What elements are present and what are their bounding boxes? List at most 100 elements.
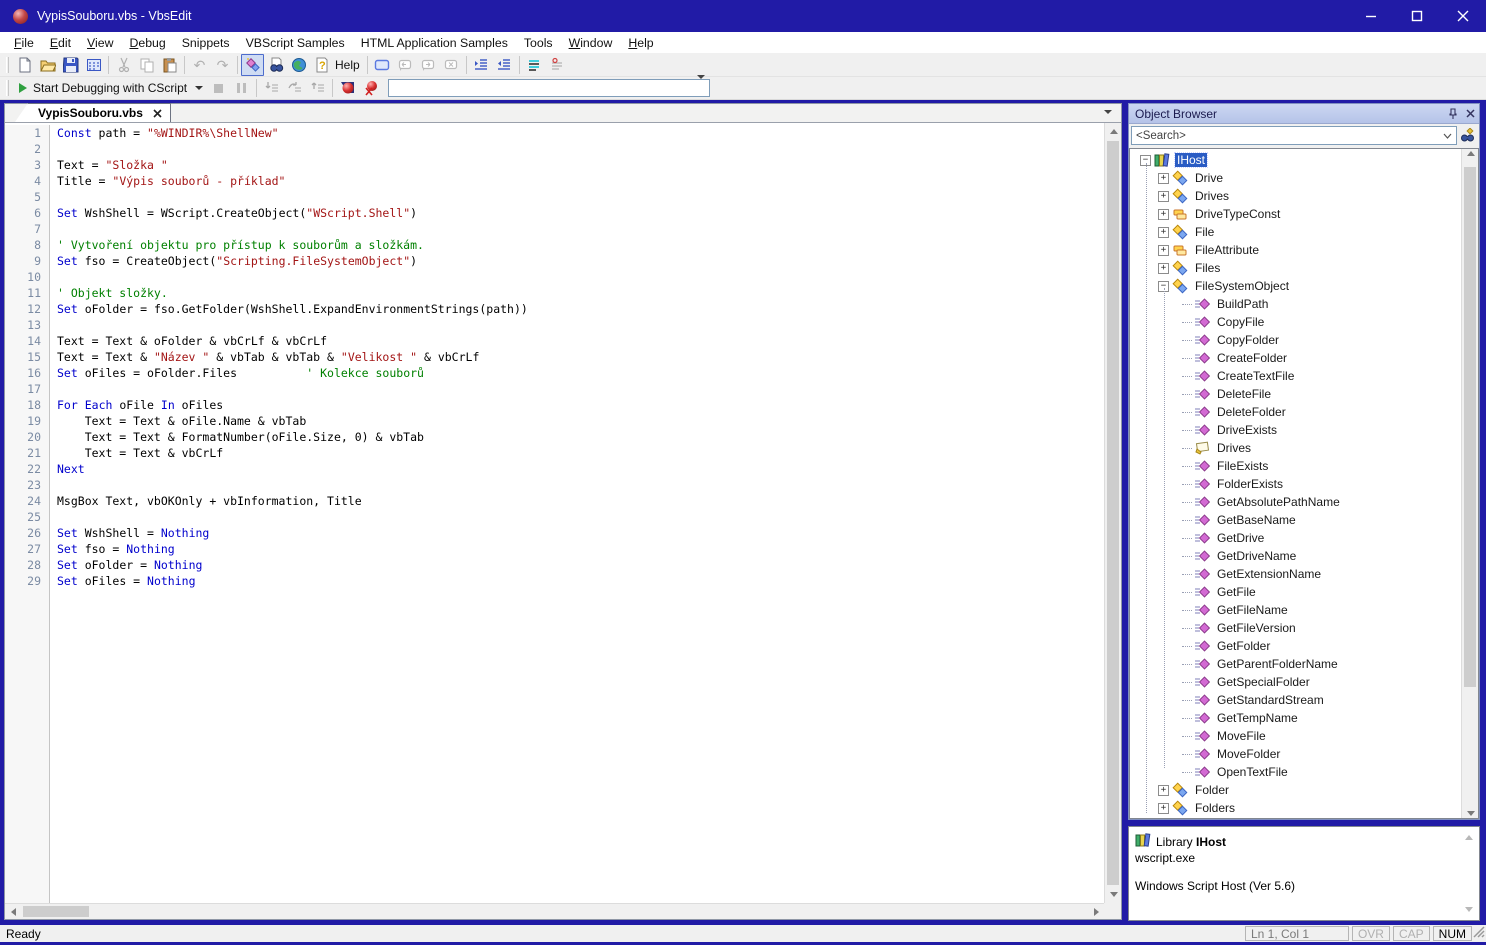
code-line[interactable]: 11' Objekt složky. bbox=[5, 285, 1104, 301]
tree-item-opentextfile[interactable]: OpenTextFile bbox=[1130, 763, 1461, 781]
scroll-down-arrow[interactable] bbox=[1462, 907, 1476, 912]
tree-item-ihost[interactable]: −IHost bbox=[1130, 151, 1461, 169]
expand-icon[interactable]: + bbox=[1158, 173, 1169, 184]
tree-item-files[interactable]: +Files bbox=[1130, 259, 1461, 277]
menu-debug[interactable]: Debug bbox=[121, 34, 173, 52]
stop-debug-button[interactable] bbox=[207, 77, 230, 99]
close-button[interactable] bbox=[1440, 0, 1486, 32]
close-panel-icon[interactable] bbox=[1466, 109, 1475, 118]
tree-item-createfolder[interactable]: CreateFolder bbox=[1130, 349, 1461, 367]
tree-item-getabsolutepathname[interactable]: GetAbsolutePathName bbox=[1130, 493, 1461, 511]
tree-item-drives[interactable]: +Drives bbox=[1130, 187, 1461, 205]
code-line[interactable]: 8' Vytvoření objektu pro přístup k soubo… bbox=[5, 237, 1104, 253]
tree-item-movefile[interactable]: MoveFile bbox=[1130, 727, 1461, 745]
code-line[interactable]: 23 bbox=[5, 477, 1104, 493]
code-line[interactable]: 28Set oFolder = Nothing bbox=[5, 557, 1104, 573]
outdent-button[interactable] bbox=[493, 54, 516, 76]
scroll-thumb[interactable] bbox=[1464, 167, 1476, 687]
code-line[interactable]: 7 bbox=[5, 221, 1104, 237]
tree-item-movefolder[interactable]: MoveFolder bbox=[1130, 745, 1461, 763]
tree-item-buildpath[interactable]: BuildPath bbox=[1130, 295, 1461, 313]
code-line[interactable]: 29Set oFiles = Nothing bbox=[5, 573, 1104, 589]
tab-vypissouboru[interactable]: VypisSouboru.vbs bbox=[27, 103, 171, 122]
scroll-up-arrow[interactable] bbox=[1462, 151, 1479, 156]
find-in-files-button[interactable] bbox=[264, 54, 287, 76]
scroll-thumb[interactable] bbox=[23, 906, 89, 917]
debug-target-combobox[interactable] bbox=[388, 79, 710, 97]
code-lines[interactable]: 1Const path = "%WINDIR%\ShellNew"23Text … bbox=[5, 125, 1104, 903]
editor-horizontal-scrollbar[interactable] bbox=[5, 903, 1104, 919]
menu-file[interactable]: File bbox=[6, 34, 42, 52]
clear-breakpoints-button[interactable] bbox=[359, 77, 382, 99]
code-editor[interactable]: 1Const path = "%WINDIR%\ShellNew"23Text … bbox=[5, 123, 1121, 903]
menu-html-application-samples[interactable]: HTML Application Samples bbox=[353, 34, 516, 52]
indent-button[interactable] bbox=[470, 54, 493, 76]
code-line[interactable]: 18For Each oFile In oFiles bbox=[5, 397, 1104, 413]
tree-item-copyfile[interactable]: CopyFile bbox=[1130, 313, 1461, 331]
code-line[interactable]: 5 bbox=[5, 189, 1104, 205]
tree-item-getextensionname[interactable]: GetExtensionName bbox=[1130, 565, 1461, 583]
search-combobox[interactable]: <Search> bbox=[1131, 126, 1457, 145]
toggle-breakpoint-button[interactable] bbox=[336, 77, 359, 99]
tree-item-folder[interactable]: +Folder bbox=[1130, 781, 1461, 799]
scroll-down-arrow[interactable] bbox=[1462, 811, 1479, 816]
tree-item-folders[interactable]: +Folders bbox=[1130, 799, 1461, 817]
scroll-right-arrow[interactable] bbox=[1088, 904, 1104, 920]
tree-vertical-scrollbar[interactable] bbox=[1461, 149, 1478, 818]
bookmark-clear-button[interactable] bbox=[546, 54, 569, 76]
menu-view[interactable]: View bbox=[79, 34, 121, 52]
tree-item-drives[interactable]: Drives bbox=[1130, 439, 1461, 457]
scroll-up-arrow[interactable] bbox=[1105, 123, 1122, 140]
document-list-dropdown[interactable] bbox=[1099, 105, 1117, 119]
maximize-button[interactable] bbox=[1394, 0, 1440, 32]
tree-item-copyfolder[interactable]: CopyFolder bbox=[1130, 331, 1461, 349]
copy-button[interactable] bbox=[135, 54, 158, 76]
tree-item-driveexists[interactable]: DriveExists bbox=[1130, 421, 1461, 439]
undo-button[interactable]: ↶ bbox=[188, 54, 211, 76]
code-line[interactable]: 20 Text = Text & FormatNumber(oFile.Size… bbox=[5, 429, 1104, 445]
expand-icon[interactable]: + bbox=[1158, 803, 1169, 814]
menu-snippets[interactable]: Snippets bbox=[174, 34, 238, 52]
surround-region-button[interactable] bbox=[371, 54, 394, 76]
tree-item-getdrive[interactable]: GetDrive bbox=[1130, 529, 1461, 547]
save-all-button[interactable] bbox=[82, 54, 105, 76]
expand-icon[interactable]: + bbox=[1158, 227, 1169, 238]
step-over-button[interactable] bbox=[283, 77, 306, 99]
tree-item-getparentfoldername[interactable]: GetParentFolderName bbox=[1130, 655, 1461, 673]
tree-item-getfolder[interactable]: GetFolder bbox=[1130, 637, 1461, 655]
code-line[interactable]: 12Set oFolder = fso.GetFolder(WshShell.E… bbox=[5, 301, 1104, 317]
code-line[interactable]: 25 bbox=[5, 509, 1104, 525]
menu-tools[interactable]: Tools bbox=[516, 34, 561, 52]
tree-item-getspecialfolder[interactable]: GetSpecialFolder bbox=[1130, 673, 1461, 691]
bubble-prev-button[interactable] bbox=[394, 54, 417, 76]
tree-item-gettempname[interactable]: GetTempName bbox=[1130, 709, 1461, 727]
scroll-left-arrow[interactable] bbox=[5, 904, 21, 920]
code-line[interactable]: 26Set WshShell = Nothing bbox=[5, 525, 1104, 541]
tree-item-folderexists[interactable]: FolderExists bbox=[1130, 475, 1461, 493]
tree-item-fileattribute[interactable]: +FileAttribute bbox=[1130, 241, 1461, 259]
expand-icon[interactable]: + bbox=[1158, 209, 1169, 220]
scroll-up-arrow[interactable] bbox=[1462, 835, 1476, 840]
tree-item-fileexists[interactable]: FileExists bbox=[1130, 457, 1461, 475]
step-into-button[interactable] bbox=[260, 77, 283, 99]
tab-close-icon[interactable] bbox=[153, 109, 162, 118]
tree-item-file[interactable]: +File bbox=[1130, 223, 1461, 241]
code-line[interactable]: 10 bbox=[5, 269, 1104, 285]
tree-item-iarguments[interactable]: +IArguments bbox=[1130, 817, 1461, 818]
cut-button[interactable] bbox=[112, 54, 135, 76]
menu-vbscript-samples[interactable]: VBScript Samples bbox=[238, 34, 353, 52]
menu-window[interactable]: Window bbox=[561, 34, 621, 52]
start-debug-icon[interactable] bbox=[19, 83, 27, 93]
tree-item-getbasename[interactable]: GetBaseName bbox=[1130, 511, 1461, 529]
tree-item-createtextfile[interactable]: CreateTextFile bbox=[1130, 367, 1461, 385]
new-file-button[interactable] bbox=[13, 54, 36, 76]
help-button-label[interactable]: Help bbox=[335, 58, 360, 72]
minimize-button[interactable] bbox=[1348, 0, 1394, 32]
step-out-button[interactable] bbox=[306, 77, 329, 99]
pause-debug-button[interactable] bbox=[230, 77, 253, 99]
tree-item-getfileversion[interactable]: GetFileVersion bbox=[1130, 619, 1461, 637]
expand-icon[interactable]: + bbox=[1158, 263, 1169, 274]
code-line[interactable]: 27Set fso = Nothing bbox=[5, 541, 1104, 557]
help-button[interactable]: ? bbox=[310, 54, 333, 76]
redo-button[interactable]: ↷ bbox=[211, 54, 234, 76]
